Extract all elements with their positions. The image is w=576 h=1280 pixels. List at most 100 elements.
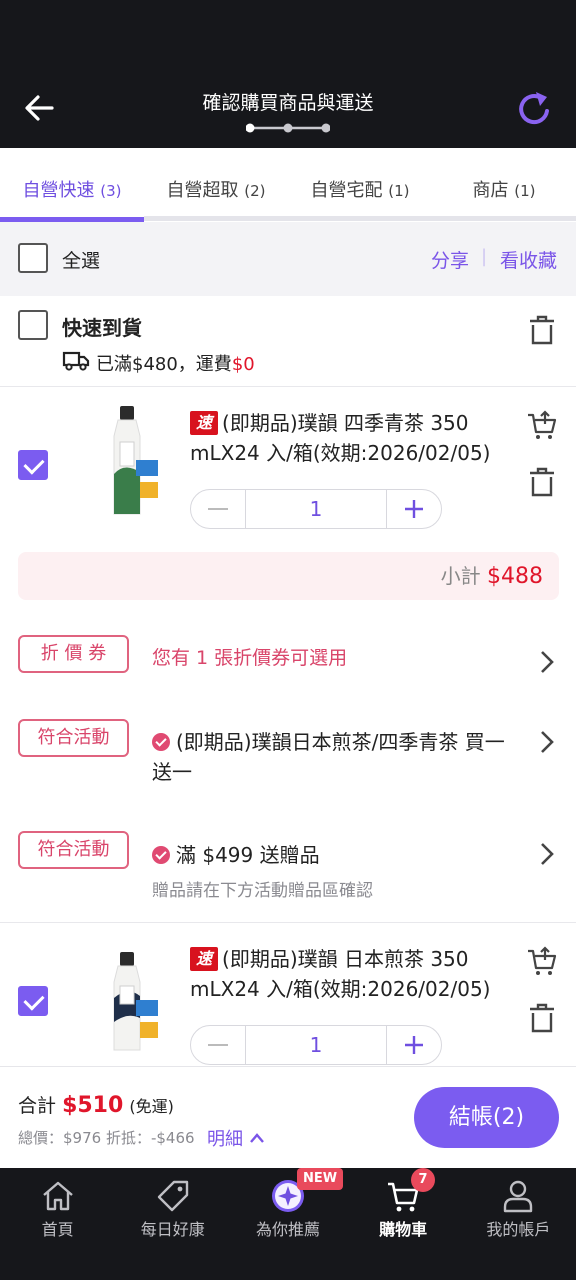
product-name-text: (即期品)璞韻 四季青茶 350 mLX24 入/箱(效期:2026/02/05… [190,411,491,465]
group-title: 快速到貨 [62,316,142,340]
nav-label: 每日好康 [140,1220,205,1239]
nav-cart[interactable]: 購物車 [346,1168,461,1280]
total-row: 合計 $510 (免運) [18,1091,174,1118]
tab-count: (1) [388,182,410,200]
chevron-right-icon[interactable] [538,648,556,676]
tab-label: 自營快速 [22,180,95,201]
trash-icon[interactable] [526,314,558,346]
chevron-right-icon[interactable] [538,840,556,868]
increase-button[interactable] [387,490,441,528]
shipping-status-text: 已滿$480，運費 [96,354,232,375]
product-name-text: (即期品)璞韻 日本煎茶 350 mLX24 入/箱(效期:2026/02/05… [190,947,491,1001]
divider [0,922,576,923]
promo-tag[interactable]: 符合活動 [18,719,129,757]
subtotal-amount: $488 [487,564,543,589]
tab-label: 自營宅配 [310,180,383,201]
checkout-button[interactable]: 結帳(2) [414,1087,559,1148]
shipping-status: 已滿$480，運費$0 [96,350,255,376]
quantity-stepper: 1 [190,1025,442,1065]
nav-label: 為你推薦 [255,1220,320,1239]
shipping-note: (免運) [129,1097,174,1116]
check-circle-icon [152,846,170,864]
nav-daily-deals[interactable]: 每日好康 [115,1168,230,1280]
express-tag: 速 [190,947,219,971]
tab-self-express[interactable]: 自營快速 (3) [0,148,144,222]
detail-toggle[interactable]: 明細 [207,1125,265,1151]
home-icon [42,1181,73,1211]
top-app-bar: 確認購買商品與運送 [0,0,576,148]
detail-link: 明細 [207,1129,243,1150]
product-name[interactable]: 速 (即期品)璞韻 日本煎茶 350 mLX24 入/箱(效期:2026/02/0… [190,944,510,1004]
promo-note: 贈品請在下方活動贈品區確認 [152,881,373,901]
view-favorites-link[interactable]: 看收藏 [500,246,557,273]
promo-text-value: (即期品)璞韻日本煎茶/四季青茶 買一送一 [152,730,505,784]
user-icon [504,1180,533,1213]
product-name[interactable]: 速 (即期品)璞韻 四季青茶 350 mLX24 入/箱(效期:2026/02/0… [190,408,510,468]
add-to-cart-icon[interactable] [526,946,558,978]
tab-count: (2) [244,182,266,200]
group-checkbox[interactable] [18,310,48,340]
truck-icon [62,351,90,371]
share-link[interactable]: 分享 [431,246,469,273]
decrease-button[interactable] [191,1026,245,1064]
subtotal-label: 小計 [440,564,481,588]
shipping-fee: $0 [231,354,255,375]
promo-text[interactable]: 滿 $499 送贈品 [152,839,320,868]
page-title: 確認購買商品與運送 [202,92,374,114]
divider [0,386,576,387]
quantity-stepper: 1 [190,489,442,529]
bottom-navigation: 首頁 每日好康 為你推薦 購物車 我的帳戶 [0,1168,576,1280]
minus-icon [208,508,228,510]
tab-self-home-delivery[interactable]: 自營宅配 (1) [288,148,432,222]
step-indicator [246,123,330,133]
tab-label: 商店 [472,180,509,201]
quantity-value[interactable]: 1 [245,1026,387,1064]
product-image[interactable] [84,938,180,1058]
tabs-underline-track [144,216,576,221]
tab-self-pickup[interactable]: 自營超取 (2) [144,148,288,222]
tag-icon [157,1180,188,1212]
item-checkbox[interactable] [18,450,48,480]
total-amount: $510 [62,1093,124,1118]
price-breakdown: 總價：$976 折抵：-$466 [18,1129,195,1147]
nav-label: 我的帳戶 [486,1220,551,1239]
select-all-checkbox[interactable] [18,243,48,273]
select-all-label: 全選 [62,250,101,272]
promo-tag[interactable]: 符合活動 [18,831,129,869]
nav-label: 購物車 [379,1220,428,1239]
link-divider: | [481,246,488,267]
chevron-up-icon [249,1133,264,1143]
express-tag: 速 [190,411,219,435]
coupon-tag[interactable]: 折 價 券 [18,635,129,673]
total-label: 合計 [18,1095,57,1117]
nav-account[interactable]: 我的帳戶 [461,1168,576,1280]
promo-text-value: 滿 $499 送贈品 [176,843,320,867]
promo-text[interactable]: (即期品)璞韻日本煎茶/四季青茶 買一送一 [152,727,524,787]
tab-store[interactable]: 商店 (1) [432,148,576,222]
quantity-value[interactable]: 1 [245,490,387,528]
select-all-bar: 全選 分享 | 看收藏 [0,222,576,296]
tab-count: (3) [100,182,122,200]
product-image[interactable] [84,402,180,522]
add-to-cart-icon[interactable] [526,410,558,442]
cart-count-badge: 7 [411,1168,435,1192]
increase-button[interactable] [387,1026,441,1064]
refresh-icon[interactable] [514,88,556,130]
subtotal-bar: 小計 $488 [18,552,559,600]
trash-icon[interactable] [526,466,558,498]
plus-icon [405,500,423,518]
minus-icon [208,1044,228,1046]
delivery-tabs: 自營快速 (3) 自營超取 (2) 自營宅配 (1) 商店 (1) [0,148,576,222]
nav-home[interactable]: 首頁 [0,1168,115,1280]
decrease-button[interactable] [191,490,245,528]
nav-label: 首頁 [41,1220,74,1239]
check-circle-icon [152,733,170,751]
item-checkbox[interactable] [18,986,48,1016]
coupon-text[interactable]: 您有 1 張折價券可選用 [152,643,347,670]
plus-icon [405,1036,423,1054]
tab-label: 自營超取 [166,180,239,201]
new-badge: NEW [297,1168,344,1190]
trash-icon[interactable] [526,1002,558,1034]
chevron-right-icon[interactable] [538,728,556,756]
tab-count: (1) [514,182,536,200]
